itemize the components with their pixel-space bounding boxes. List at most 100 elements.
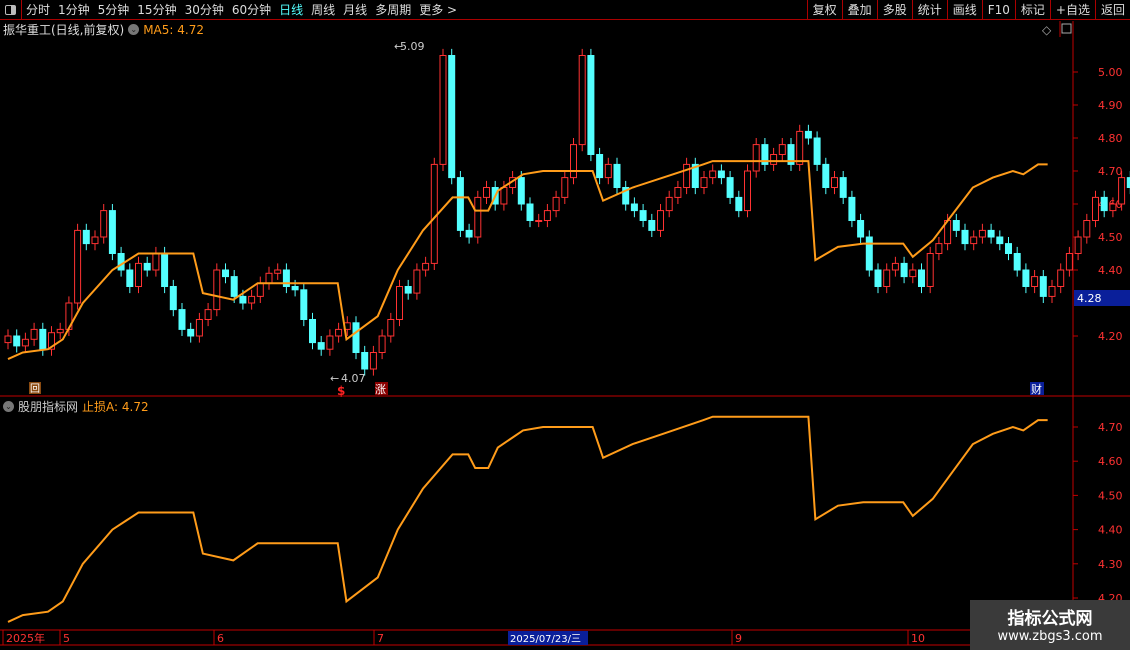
candle-body [135, 262, 142, 287]
candle-body [13, 335, 21, 347]
candle-body [465, 229, 473, 238]
candle-body [1109, 203, 1117, 212]
candle-body [552, 196, 560, 212]
candle-body [4, 335, 12, 344]
candle-body [978, 229, 986, 238]
current-price-label: 4.28 [1077, 292, 1102, 305]
arrow-icon: ← [394, 40, 403, 53]
price-tick-label: 4.40 [1098, 264, 1123, 277]
candle-body [900, 262, 908, 278]
candle-body [195, 319, 203, 337]
candle-body [39, 328, 47, 350]
candle-body [317, 342, 325, 350]
date-label: 6 [217, 632, 224, 645]
candle-body [1031, 276, 1039, 288]
candle-body [91, 236, 99, 245]
stop-line-indicator [7, 415, 1048, 623]
kline-chart[interactable]: ◇5.004.904.804.704.604.504.404.204.704.6… [0, 0, 1130, 650]
candle-body [1057, 269, 1065, 287]
candle-body [683, 163, 691, 188]
candle-body [178, 309, 186, 330]
candle-body [1083, 220, 1091, 238]
candle-body [483, 187, 490, 198]
candle-body [883, 269, 891, 287]
candle-body [987, 229, 995, 238]
candle-body [935, 243, 943, 255]
price-tick-label: 4.20 [1098, 330, 1123, 343]
date-label: 5 [63, 632, 70, 645]
square-badge-label: 回 [30, 383, 40, 395]
indicator-tick-label: 4.30 [1098, 558, 1123, 571]
date-label: 7 [377, 632, 384, 645]
candle-body [778, 144, 786, 156]
candle-body [970, 236, 978, 245]
candle-body [309, 319, 316, 344]
candle-body [387, 319, 395, 337]
candle-body [909, 269, 917, 278]
candle-body [726, 177, 734, 198]
indicator-tick-label: 4.50 [1098, 489, 1123, 502]
candle-body [865, 236, 873, 271]
watermark: 指标公式网 www.zbgs3.com [970, 600, 1130, 650]
price-tick-label: 5.00 [1098, 66, 1123, 79]
candle-body [291, 286, 299, 291]
candle-body [918, 269, 925, 287]
candle-body [952, 220, 960, 231]
candle-body [369, 352, 377, 370]
indicator-tick-label: 4.70 [1098, 421, 1123, 434]
candle-body [648, 220, 656, 231]
watermark-title: 指标公式网 [1007, 609, 1093, 629]
candle-body [996, 236, 1004, 245]
date-label: 10 [911, 632, 925, 645]
candle-body [926, 253, 934, 287]
candle-body [839, 177, 847, 198]
candle-body [613, 163, 621, 188]
candle-body [256, 282, 264, 297]
candle-body [56, 328, 64, 334]
candle-body [804, 130, 812, 139]
candle-body [74, 229, 82, 304]
candle-body [604, 163, 612, 179]
candle-body [21, 338, 29, 347]
panel-icon [1061, 23, 1072, 34]
candle-body [578, 55, 586, 146]
diamond-icon: ◇ [1042, 23, 1052, 37]
watermark-url: www.zbgs3.com [997, 629, 1103, 644]
candle-body [456, 177, 464, 231]
candle-body [796, 130, 804, 165]
candle-body [657, 210, 664, 231]
high-marker-label: 5.09 [400, 40, 425, 53]
cursor-date-label: 2025/07/23/三 [510, 634, 581, 645]
candle-body [848, 196, 856, 221]
candle-body [1048, 286, 1056, 297]
fin-badge-label: 财 [1031, 382, 1042, 396]
candle-body [526, 203, 534, 221]
candle-body [117, 253, 125, 271]
price-tick-label: 4.90 [1098, 99, 1123, 112]
candle-body [82, 229, 90, 245]
dollar-badge: $ [337, 384, 345, 398]
candle-body [152, 253, 160, 271]
candle-body [561, 177, 569, 198]
candle-body [100, 210, 108, 238]
candle-body [248, 295, 256, 304]
candle-body [717, 170, 725, 179]
candle-body [335, 328, 343, 337]
candle-body [126, 269, 134, 287]
price-tick-label: 4.50 [1098, 231, 1123, 244]
candle-body [161, 253, 169, 287]
candle-body [700, 177, 708, 189]
candle-body [874, 269, 882, 287]
candle-body [1005, 243, 1012, 255]
candle-body [735, 196, 743, 212]
candle-body [1022, 269, 1030, 287]
candle-body [822, 163, 830, 188]
candle-body [1065, 253, 1073, 271]
candle-body [857, 220, 865, 238]
candle-body [274, 269, 282, 274]
candle-body [430, 163, 438, 264]
candle-body [143, 262, 151, 271]
candle-body [1013, 253, 1021, 271]
candle-body [326, 335, 334, 350]
candle-body [222, 269, 229, 278]
